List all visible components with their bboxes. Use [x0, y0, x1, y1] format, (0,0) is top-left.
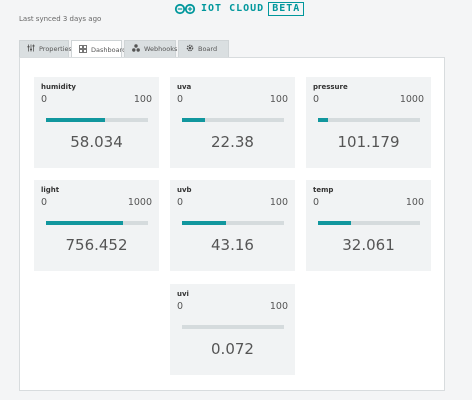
progress-track [46, 221, 148, 225]
iot-cloud-logo[interactable]: IOT CLOUD BETA [174, 2, 305, 16]
widget-humidity[interactable]: humidity 0 100 58.034 [34, 77, 159, 168]
progress-track [182, 221, 284, 225]
widget-max: 100 [133, 94, 152, 105]
widget-uva[interactable]: uva 0 100 22.38 [170, 77, 295, 168]
progress-track [46, 118, 148, 122]
widget-max: 100 [269, 94, 288, 105]
widget-max: 100 [405, 197, 424, 208]
widget-max: 100 [269, 197, 288, 208]
widget-value: 32.061 [342, 236, 395, 254]
progress-fill [46, 221, 124, 225]
progress-fill [46, 118, 106, 122]
widget-pressure[interactable]: pressure 0 1000 101.179 [306, 77, 431, 168]
tab-properties[interactable]: Properties [19, 40, 72, 57]
progress-fill [182, 221, 227, 225]
sliders-icon [27, 44, 35, 54]
widget-light[interactable]: light 0 1000 756.452 [34, 180, 159, 271]
arduino-infinity-icon [174, 3, 196, 15]
grid-icon [79, 44, 87, 55]
webhooks-icon [132, 44, 140, 54]
dashboard-panel: humidity 0 100 58.034 uva 0 100 22.38 pr… [19, 57, 445, 391]
widget-name: humidity [41, 83, 76, 91]
widget-uvi[interactable]: uvi 0 100 0.072 [170, 284, 295, 375]
tab-dashboard-label: Dashboard [91, 45, 127, 54]
widget-value: 22.38 [211, 133, 254, 151]
widget-uvb[interactable]: uvb 0 100 43.16 [170, 180, 295, 271]
widget-min: 0 [313, 94, 320, 105]
progress-track [182, 325, 284, 329]
widget-name: uvi [177, 290, 189, 298]
widget-name: uva [177, 83, 192, 91]
widget-value: 58.034 [70, 133, 123, 151]
widget-name: temp [313, 186, 334, 194]
progress-track [318, 221, 420, 225]
tab-board[interactable]: Board [178, 40, 229, 57]
widget-min: 0 [177, 94, 184, 105]
tab-webhooks[interactable]: Webhooks [124, 40, 178, 57]
widget-value: 0.072 [211, 340, 254, 358]
widget-max: 1000 [399, 94, 424, 105]
widget-name: uvb [177, 186, 192, 194]
widget-name: light [41, 186, 60, 194]
chip-icon [186, 44, 194, 54]
progress-fill [318, 221, 351, 225]
progress-fill [318, 118, 329, 122]
widget-max: 1000 [127, 197, 152, 208]
widget-name: pressure [313, 83, 348, 91]
progress-track [318, 118, 420, 122]
widget-min: 0 [41, 94, 48, 105]
tab-board-label: Board [198, 45, 218, 53]
widget-min: 0 [313, 197, 320, 208]
tab-dashboard[interactable]: Dashboard [71, 40, 126, 58]
widget-min: 0 [177, 301, 184, 312]
tab-bar: Properties Dashboard Webhooks Board [19, 40, 231, 58]
tab-webhooks-label: Webhooks [144, 45, 178, 53]
widget-min: 0 [177, 197, 184, 208]
widget-min: 0 [41, 197, 48, 208]
progress-track [182, 118, 284, 122]
widget-value: 101.179 [337, 133, 400, 151]
page: IOT CLOUD BETA Last synced 3 days ago Pr… [0, 0, 472, 400]
beta-badge: BETA [268, 2, 305, 16]
widget-max: 100 [269, 301, 288, 312]
sync-status: Last synced 3 days ago [19, 15, 102, 23]
widget-value: 43.16 [211, 236, 254, 254]
widget-temp[interactable]: temp 0 100 32.061 [306, 180, 431, 271]
tab-properties-label: Properties [39, 45, 72, 53]
widget-value: 756.452 [65, 236, 128, 254]
progress-fill [182, 118, 205, 122]
logo-text: IOT CLOUD [201, 3, 265, 14]
